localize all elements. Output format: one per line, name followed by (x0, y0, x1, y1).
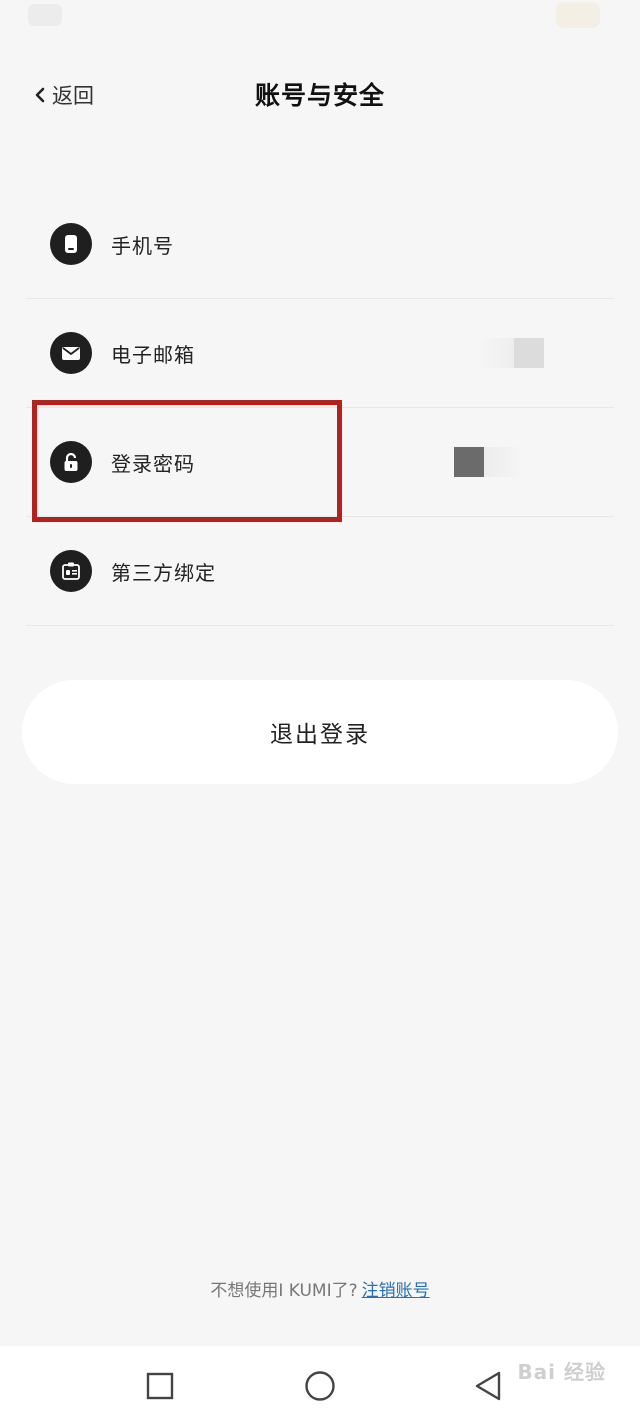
mail-icon (50, 332, 92, 374)
settings-item-label: 电子邮箱 (111, 342, 195, 367)
redacted-value-fade (484, 447, 524, 477)
status-bar-blur-left (28, 4, 62, 26)
logout-label: 退出登录 (270, 722, 370, 748)
settings-item-label: 手机号 (111, 233, 174, 258)
circle-icon (305, 1371, 335, 1401)
redacted-value-fade (478, 338, 514, 368)
back-nav-button[interactable] (468, 1366, 508, 1406)
phone-icon (50, 223, 92, 265)
redacted-value (454, 447, 484, 477)
header: 返回 账号与安全 (0, 60, 640, 128)
watermark: Bai 经验 (517, 1360, 606, 1384)
status-bar-blur-right (556, 2, 600, 28)
recent-apps-button[interactable] (140, 1366, 180, 1406)
footer-prompt: 不想使用I KUMI了? (210, 1281, 358, 1301)
settings-item-label: 登录密码 (111, 451, 195, 476)
settings-list: 手机号 电子邮箱 登录密码 第三方绑定 (0, 190, 640, 626)
account-security-screen: 返回 账号与安全 手机号 电子邮箱 登录密码 第三方绑定 退出登录 不想使用I … (0, 0, 640, 1422)
settings-item-password[interactable]: 登录密码 (26, 408, 614, 517)
id-card-icon (50, 550, 92, 592)
delete-account-link[interactable]: 注销账号 (362, 1281, 430, 1301)
redacted-value (514, 338, 544, 368)
page-title: 账号与安全 (254, 81, 385, 110)
settings-item-third-party[interactable]: 第三方绑定 (26, 517, 614, 626)
logout-button[interactable]: 退出登录 (22, 680, 618, 784)
footer-note: 不想使用I KUMI了? 注销账号 (0, 1276, 640, 1301)
status-bar (0, 0, 640, 40)
settings-item-phone[interactable]: 手机号 (26, 190, 614, 299)
lock-icon (50, 441, 92, 483)
square-icon (146, 1372, 174, 1400)
home-button[interactable] (300, 1366, 340, 1406)
triangle-back-icon (475, 1371, 501, 1401)
settings-item-email[interactable]: 电子邮箱 (26, 299, 614, 408)
settings-item-label: 第三方绑定 (111, 560, 216, 585)
